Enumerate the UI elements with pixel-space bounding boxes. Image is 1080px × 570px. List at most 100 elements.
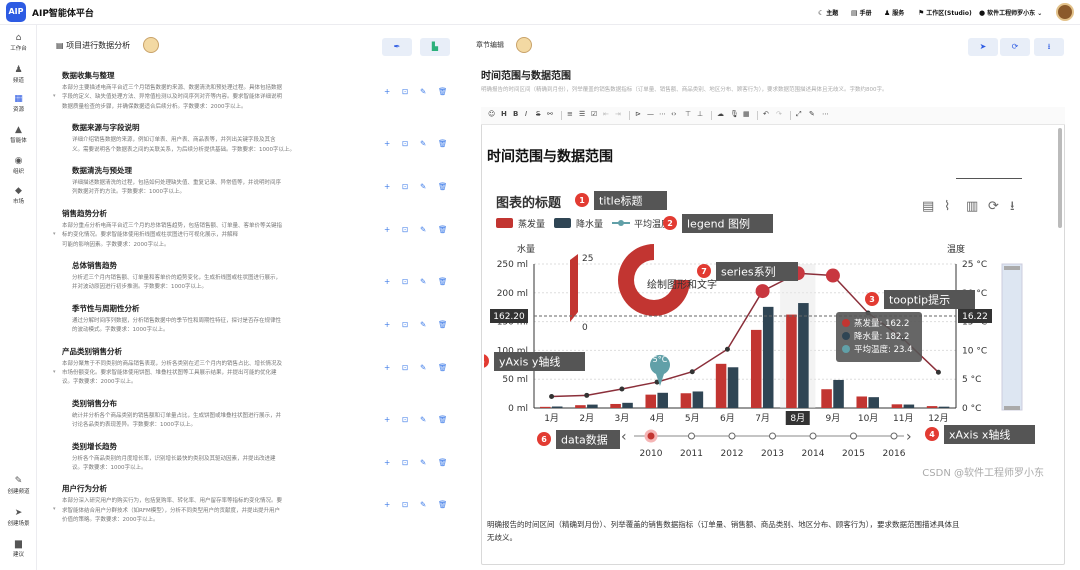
ordered-list-icon[interactable]: ☰ [579, 110, 585, 118]
italic-icon[interactable]: I [525, 110, 527, 118]
restore-icon[interactable]: ⟳ [988, 199, 999, 214]
delete-icon[interactable]: 🗑 [438, 139, 456, 148]
sidebar-item-create-scene[interactable]: ➤ 创建场景 [0, 508, 37, 527]
edit-icon[interactable]: ⊡ [402, 139, 420, 148]
sidebar-item-agent[interactable]: ▲ 智能体 [0, 125, 37, 144]
edit-icon[interactable]: ⊡ [402, 363, 420, 372]
edit-icon[interactable]: ⊡ [402, 182, 420, 191]
timeline-point[interactable] [890, 432, 898, 440]
divider-icon[interactable]: — [647, 110, 654, 118]
outline-item-title[interactable]: 产品类别销售分析 [62, 346, 122, 357]
link-icon[interactable]: ⚯ [547, 110, 553, 118]
data-view-icon[interactable]: ▤ [922, 199, 934, 214]
code-block-icon[interactable]: ⋯ [659, 110, 666, 118]
pen-icon[interactable]: ✎ [420, 363, 438, 372]
edit-icon[interactable]: ⊡ [402, 458, 420, 467]
table-icon[interactable]: ▦ [743, 110, 750, 118]
manual-button[interactable]: ▤ 手册 [851, 8, 872, 17]
undo-icon[interactable]: ↶ [763, 110, 769, 118]
outline-item-title[interactable]: 类别销售分布 [72, 398, 117, 409]
timeline-point[interactable] [728, 432, 736, 440]
user-menu[interactable]: ● 软件工程师罗小东 ⌄ [979, 8, 1042, 17]
pen-icon[interactable]: ✎ [420, 500, 438, 509]
timeline-point[interactable] [769, 432, 776, 440]
insert-before-icon[interactable]: ⊤ [685, 110, 691, 118]
editor-scrollbar[interactable] [1058, 128, 1062, 228]
add-icon[interactable]: + [384, 225, 402, 234]
add-icon[interactable]: + [384, 363, 402, 372]
outline-item-title[interactable]: 数据收集与整理 [62, 70, 115, 81]
sidebar-item-org[interactable]: ◉ 组织 [0, 156, 37, 175]
list-icon[interactable]: ≡ [567, 110, 573, 118]
edit-icon[interactable]: ⊡ [402, 277, 420, 286]
more-icon[interactable]: ⋯ [822, 110, 829, 118]
pen-icon[interactable]: ✎ [420, 225, 438, 234]
collapse-caret-icon[interactable]: ▾ [53, 369, 56, 375]
send-button[interactable]: ➤ [968, 38, 998, 56]
add-icon[interactable]: + [384, 500, 402, 509]
delete-icon[interactable]: 🗑 [438, 363, 456, 372]
upload-icon[interactable]: ☁ [717, 110, 724, 118]
service-button[interactable]: ♟ 服务 [884, 8, 904, 17]
save-image-icon[interactable]: ⭳ [1010, 199, 1015, 214]
theme-button[interactable]: ☾ 主题 [818, 8, 838, 17]
download-button[interactable]: ⭳ [1034, 38, 1064, 56]
outline-item-title[interactable]: 类别增长趋势 [72, 441, 117, 452]
add-icon[interactable]: + [384, 277, 402, 286]
delete-icon[interactable]: 🗑 [438, 458, 456, 467]
delete-icon[interactable]: 🗑 [438, 225, 456, 234]
indent-icon[interactable]: ⇥ [615, 110, 621, 118]
timeline-point[interactable] [644, 429, 658, 443]
collapse-caret-icon[interactable]: ▾ [53, 506, 56, 512]
edit-icon[interactable]: ⊡ [402, 415, 420, 424]
pen-icon[interactable]: ✎ [420, 182, 438, 191]
collapse-caret-icon[interactable]: ▾ [53, 231, 56, 237]
delete-icon[interactable]: 🗑 [438, 182, 456, 191]
sidebar-item-channel[interactable]: ♟ 频道 [0, 65, 37, 84]
bold-icon[interactable]: B [513, 110, 518, 118]
timeline-point[interactable] [809, 432, 817, 440]
outdent-icon[interactable]: ⇤ [603, 110, 609, 118]
redo-icon[interactable]: ↷ [776, 110, 782, 118]
sync-button[interactable]: ⟳ [1000, 38, 1030, 56]
sidebar-item-workbench[interactable]: ⌂ 工作台 [0, 33, 37, 52]
quote-icon[interactable]: ⊳ [635, 110, 641, 118]
timeline-point[interactable] [688, 432, 695, 440]
bar-switch-icon[interactable]: ▥ [966, 199, 978, 214]
add-icon[interactable]: + [384, 182, 402, 191]
edit-mode-icon[interactable]: ✎ [809, 110, 815, 118]
insert-after-icon[interactable]: ⊥ [697, 110, 703, 118]
add-icon[interactable]: + [384, 458, 402, 467]
pen-icon[interactable]: ✎ [420, 458, 438, 467]
microphone-icon[interactable]: 🎙 [730, 110, 739, 118]
add-icon[interactable]: + [384, 415, 402, 424]
outline-item-title[interactable]: 数据来源与字段说明 [72, 122, 140, 133]
zoom-handle[interactable] [1004, 406, 1020, 410]
delete-icon[interactable]: 🗑 [438, 320, 456, 329]
fullscreen-icon[interactable]: ⤢ [796, 110, 802, 119]
app-logo[interactable]: AIP [6, 2, 26, 22]
inline-code-icon[interactable]: ‹› [671, 110, 677, 118]
sidebar-item-create-channel[interactable]: ✎ 创建频道 [0, 476, 37, 495]
add-icon[interactable]: + [384, 139, 402, 148]
outline-item-title[interactable]: 数据清洗与预处理 [72, 165, 132, 176]
delete-icon[interactable]: 🗑 [438, 277, 456, 286]
delete-icon[interactable]: 🗑 [438, 500, 456, 509]
pen-icon[interactable]: ✎ [420, 320, 438, 329]
collapse-caret-icon[interactable]: ▾ [53, 93, 56, 99]
sidebar-item-suggest[interactable]: ▆ 建议 [0, 539, 37, 558]
workspace-button[interactable]: ⚑ 工作区(Studio) [918, 8, 972, 17]
checklist-icon[interactable]: ☑ [591, 110, 597, 118]
edit-icon[interactable]: ⊡ [402, 320, 420, 329]
outline-item-title[interactable]: 用户行为分析 [62, 483, 107, 494]
avatar[interactable] [1056, 3, 1074, 21]
delete-icon[interactable]: 🗑 [438, 87, 456, 96]
pen-icon[interactable]: ✎ [420, 277, 438, 286]
sidebar-item-resources[interactable]: ▦ 资源 [0, 94, 37, 113]
edit-outline-button[interactable]: ✒ [382, 38, 412, 56]
edit-icon[interactable]: ⊡ [402, 500, 420, 509]
add-icon[interactable]: + [384, 87, 402, 96]
sidebar-item-market[interactable]: ◆ 市场 [0, 186, 37, 205]
pen-icon[interactable]: ✎ [420, 415, 438, 424]
timeline-point[interactable] [850, 432, 857, 440]
